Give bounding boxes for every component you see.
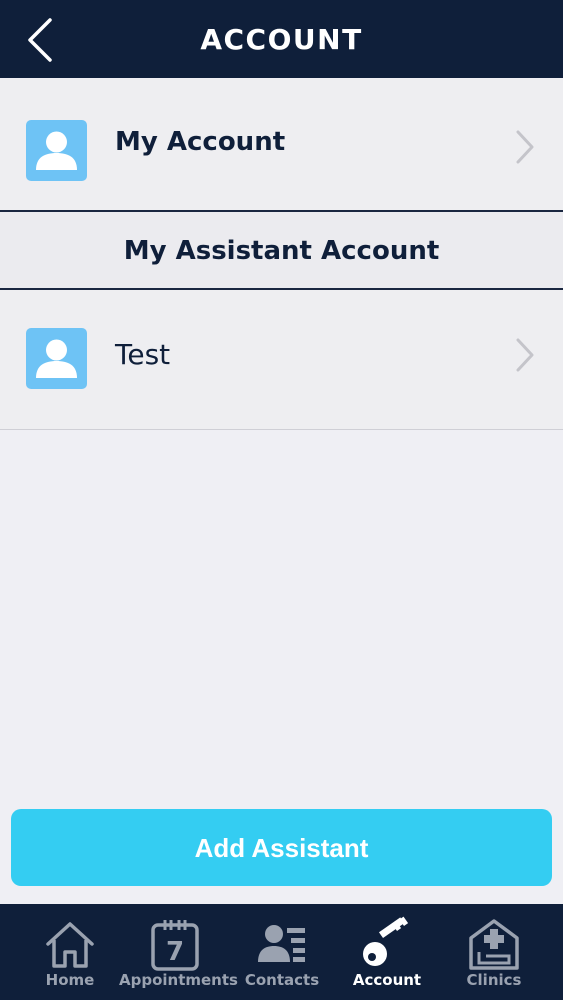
- tab-contacts[interactable]: Contacts: [226, 904, 338, 1000]
- assistant-name: Test: [115, 338, 171, 371]
- tab-appointments[interactable]: 7 Appointments: [119, 904, 238, 1000]
- page-title: ACCOUNT: [200, 23, 363, 56]
- calendar-icon: 7: [151, 920, 199, 971]
- user-avatar-icon: [26, 120, 87, 181]
- my-account-label: My Account: [115, 127, 286, 157]
- key-icon: [363, 916, 409, 966]
- tab-bar: Home 7 Appointments Contacts Account Cli…: [0, 904, 563, 1000]
- my-account-row[interactable]: My Account: [0, 79, 563, 212]
- tab-clinics[interactable]: Clinics: [438, 904, 550, 1000]
- tab-clinics-label: Clinics: [466, 971, 522, 989]
- tab-appointments-label: Appointments: [119, 971, 238, 989]
- navigation-bar: ACCOUNT: [0, 0, 563, 78]
- home-icon: [46, 922, 94, 968]
- tab-account[interactable]: Account: [331, 904, 443, 1000]
- clinic-icon: [469, 919, 519, 970]
- add-assistant-button[interactable]: Add Assistant: [11, 809, 552, 886]
- chevron-right-icon: [516, 338, 534, 372]
- tab-home[interactable]: Home: [14, 904, 126, 1000]
- chevron-right-icon: [516, 130, 534, 164]
- assistant-row[interactable]: Test: [0, 290, 563, 430]
- user-avatar-icon: [26, 328, 87, 389]
- tab-contacts-label: Contacts: [244, 971, 320, 989]
- tab-home-label: Home: [45, 971, 95, 989]
- section-header: My Assistant Account: [0, 212, 563, 290]
- tab-account-label: Account: [352, 971, 422, 989]
- calendar-day-number: 7: [166, 937, 184, 967]
- contacts-icon: [258, 925, 305, 962]
